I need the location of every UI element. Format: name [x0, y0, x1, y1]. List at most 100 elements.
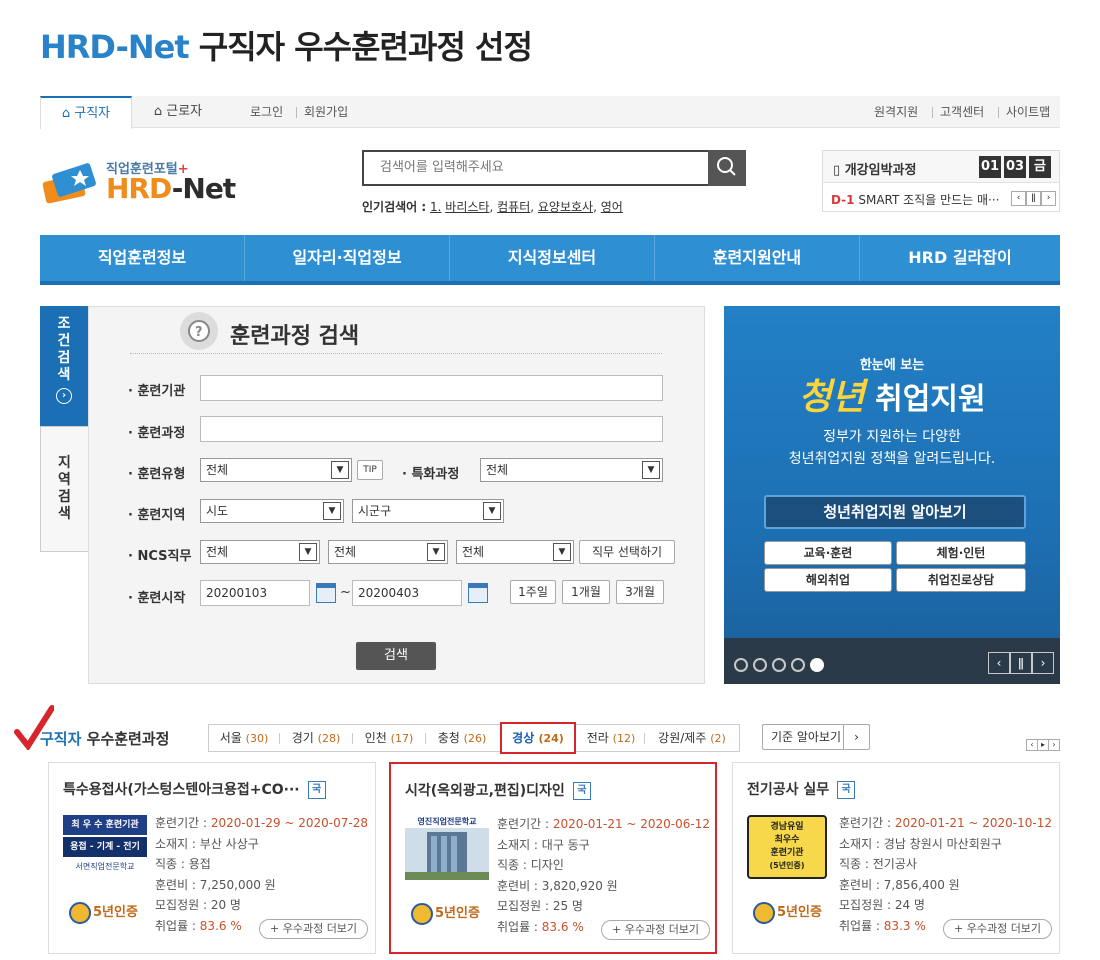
- region-sido-select[interactable]: 시도 ▼: [200, 499, 344, 523]
- region-tab-gyeongsang[interactable]: 경상 (24): [500, 722, 576, 754]
- pagination-dot-active[interactable]: [810, 658, 824, 672]
- date-tilde: ~: [340, 585, 351, 600]
- region-tab-gangwon-jeju[interactable]: 강원/제주 (2): [645, 725, 739, 751]
- more-courses-button[interactable]: + 우수과정 더보기: [943, 919, 1053, 939]
- prev-button[interactable]: ‹: [988, 652, 1010, 674]
- nav-knowledge-center[interactable]: 지식정보센터: [450, 235, 654, 281]
- ncs-select-3[interactable]: 전체 ▼: [456, 540, 574, 564]
- login-link[interactable]: 로그인: [250, 96, 283, 128]
- national-badge: 국: [837, 781, 856, 799]
- chevron-down-icon: ▼: [299, 543, 317, 561]
- popular-keyword[interactable]: 영어: [601, 200, 623, 214]
- remote-support-link[interactable]: 원격지원: [874, 96, 918, 128]
- next-button[interactable]: ›: [1032, 652, 1054, 674]
- course-title[interactable]: 시각(옥외광고,편집)디자인 국: [405, 780, 591, 800]
- prev-button[interactable]: ‹: [1011, 191, 1026, 206]
- region-tab-chungcheong[interactable]: 충청 (26): [426, 725, 498, 751]
- institution-logo: 영진직업전문학교: [405, 816, 489, 880]
- criteria-button[interactable]: 기준 알아보기 ›: [762, 724, 870, 750]
- region-tab-incheon[interactable]: 인천 (17): [353, 725, 425, 751]
- cert-seal-icon: [411, 902, 433, 925]
- course-title[interactable]: 특수용접사(가스텅스텐아크용접+CO··· 국: [63, 779, 326, 799]
- national-badge: 국: [572, 782, 591, 800]
- banner-desc-1: 정부가 지원하는 다양한: [823, 429, 961, 445]
- more-courses-button[interactable]: + 우수과정 더보기: [601, 920, 711, 940]
- popular-keyword[interactable]: 요양보호사: [538, 200, 593, 214]
- education-training-button[interactable]: 교육·훈련: [764, 541, 892, 565]
- tab-worker[interactable]: ⌂ 근로자: [132, 96, 224, 128]
- region-sigungu-select[interactable]: 시군구 ▼: [352, 499, 504, 523]
- course-info: 훈련기간 : 2020-01-21 ~ 2020-06-12 소재지 : 대구 …: [497, 817, 711, 934]
- select-job-button[interactable]: 직무 선택하기: [579, 540, 675, 564]
- next-button[interactable]: ›: [1041, 191, 1056, 206]
- signup-link[interactable]: 회원가입: [304, 96, 348, 128]
- institution-logo: 경남유일 최우수 훈련기관 (5년인증): [747, 815, 827, 879]
- period-3month-button[interactable]: 3개월: [616, 580, 664, 604]
- date-from-input[interactable]: 20200103: [200, 580, 310, 606]
- building-image: [405, 828, 489, 880]
- course-input[interactable]: [200, 416, 663, 442]
- pagination-dot[interactable]: [791, 658, 805, 672]
- cert-seal-icon: [753, 901, 775, 924]
- course-search-panel: [88, 306, 705, 684]
- ncs-select-2[interactable]: 전체 ▼: [328, 540, 448, 564]
- pause-button[interactable]: ǁ: [1010, 652, 1032, 674]
- chevron-down-icon: ▼: [483, 502, 501, 520]
- label-special-course: · 특화과정: [402, 467, 460, 482]
- tip-button[interactable]: TIP: [357, 460, 383, 480]
- nav-job-info[interactable]: 일자리·직업정보: [245, 235, 449, 281]
- region-tabs: 서울 (30) 경기 (28) 인천 (17) 충청 (26) 경상 (24) …: [208, 722, 740, 754]
- tab-region-search[interactable]: 지역검색: [40, 426, 88, 552]
- special-course-select[interactable]: 전체 ▼: [480, 458, 663, 482]
- course-card-selected[interactable]: 시각(옥외광고,편집)디자인 국 영진직업전문학교 훈련기간 : 2020-01-…: [389, 762, 717, 954]
- label-start-date: · 훈련시작: [128, 591, 186, 606]
- popular-keyword[interactable]: 바리스타: [445, 200, 489, 214]
- widget-month: 01: [979, 156, 1001, 178]
- pagination-dot[interactable]: [734, 658, 748, 672]
- popular-keyword[interactable]: 컴퓨터: [497, 200, 530, 214]
- career-consult-button[interactable]: 취업진로상담: [896, 568, 1026, 592]
- widget-course-item[interactable]: D-1 SMART 조직을 만드는 매···: [831, 191, 1000, 208]
- nav-training-info[interactable]: 직업훈련정보: [40, 235, 244, 281]
- tab-jobseeker[interactable]: ⌂ 구직자: [40, 96, 132, 129]
- institution-input[interactable]: [200, 375, 663, 401]
- pause-button[interactable]: ǁ: [1026, 191, 1041, 206]
- region-tab-jeolla[interactable]: 전라 (12): [578, 725, 644, 751]
- banner-controls: ‹ ǁ ›: [724, 638, 1060, 684]
- youth-support-button[interactable]: 청년취업지원 알아보기: [764, 495, 1026, 529]
- sitemap-link[interactable]: 사이트맵: [1006, 96, 1050, 128]
- youth-employment-banner[interactable]: 한눈에 보는 청년 취업지원 정부가 지원하는 다양한 청년취업지원 정책을 알…: [724, 306, 1060, 684]
- customer-center-link[interactable]: 고객센터: [940, 96, 984, 128]
- experience-intern-button[interactable]: 체험·인턴: [896, 541, 1026, 565]
- nav-training-support[interactable]: 훈련지원안내: [655, 235, 859, 281]
- training-type-select[interactable]: 전체 ▼: [200, 458, 352, 482]
- calendar-icon[interactable]: [468, 583, 488, 603]
- more-courses-button[interactable]: + 우수과정 더보기: [259, 919, 369, 939]
- course-card[interactable]: 특수용접사(가스텅스텐아크용접+CO··· 국 최 우 수 훈련기관 용접 - 기…: [48, 762, 376, 954]
- region-tab-seoul[interactable]: 서울 (30): [209, 725, 279, 751]
- calendar-icon[interactable]: [316, 583, 336, 603]
- divider: [998, 107, 999, 118]
- period-1month-button[interactable]: 1개월: [562, 580, 610, 604]
- search-input[interactable]: 검색어를 입력해주세요: [362, 150, 708, 186]
- widget-day: 03: [1004, 156, 1026, 178]
- cert-seal-icon: [69, 901, 91, 924]
- tab-condition-search[interactable]: 조건검색 ›: [40, 306, 88, 426]
- period-1week-button[interactable]: 1주일: [510, 580, 556, 604]
- search-button[interactable]: [708, 150, 746, 186]
- course-title[interactable]: 전기공사 실무 국: [747, 779, 856, 799]
- nav-hrd-guide[interactable]: HRD 길라잡이: [860, 235, 1060, 281]
- region-tab-gyeonggi[interactable]: 경기 (28): [280, 725, 352, 751]
- next-button[interactable]: ›: [1048, 739, 1060, 751]
- label-training-type: · 훈련유형: [128, 467, 186, 482]
- search-submit-button[interactable]: 검색: [356, 642, 436, 670]
- five-year-cert-badge: 5년인증: [753, 901, 822, 925]
- date-to-input[interactable]: 20200403: [352, 580, 462, 606]
- pagination-dot[interactable]: [772, 658, 786, 672]
- course-card[interactable]: 전기공사 실무 국 경남유일 최우수 훈련기관 (5년인증) 훈련기간 : 202…: [732, 762, 1060, 954]
- popular-keyword[interactable]: 1.: [430, 200, 441, 214]
- hrd-net-logo[interactable]: 직업훈련포털+ HRD-Net: [40, 158, 240, 208]
- ncs-select-1[interactable]: 전체 ▼: [200, 540, 320, 564]
- overseas-job-button[interactable]: 해외취업: [764, 568, 892, 592]
- pagination-dot[interactable]: [753, 658, 767, 672]
